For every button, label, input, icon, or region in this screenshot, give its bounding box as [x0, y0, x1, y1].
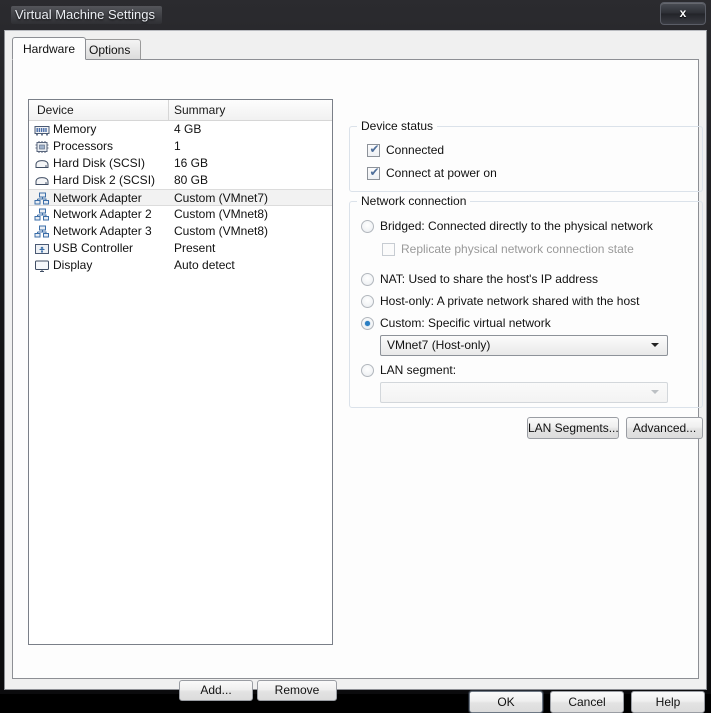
help-button[interactable]: Help	[631, 691, 705, 713]
device-summary: 4 GB	[174, 122, 202, 136]
table-row[interactable]: Hard Disk 2 (SCSI) 80 GB	[29, 172, 332, 189]
hardware-tab-panel: Device Summary Memory 4 GB Processors 1 …	[12, 59, 703, 701]
usb-icon	[34, 242, 50, 256]
cancel-button[interactable]: Cancel	[550, 691, 624, 713]
cpu-icon	[34, 140, 50, 154]
window-title: Virtual Machine Settings	[11, 6, 162, 24]
title-bar: Virtual Machine Settings x	[0, 0, 711, 30]
device-summary: Present	[174, 241, 216, 255]
column-header-device[interactable]: Device	[37, 103, 74, 117]
connected-label: Connected	[386, 143, 445, 157]
device-list-header: Device Summary	[29, 100, 332, 121]
radio-circle	[361, 295, 374, 308]
device-summary: 1	[174, 139, 181, 153]
device-name: Network Adapter	[53, 191, 142, 205]
radio-lan-segment-label: LAN segment:	[380, 363, 457, 377]
ok-button[interactable]: OK	[469, 691, 543, 713]
radio-host-only-label: Host-only: A private network shared with…	[380, 294, 640, 308]
close-icon: x	[679, 6, 687, 20]
add-button[interactable]: Add...	[179, 680, 253, 701]
radio-circle	[361, 220, 374, 233]
tab-hardware[interactable]: Hardware	[12, 37, 87, 60]
device-list[interactable]: Device Summary Memory 4 GB Processors 1 …	[28, 99, 333, 645]
radio-circle	[361, 273, 374, 286]
connect-at-power-on-label: Connect at power on	[386, 166, 497, 180]
display-icon	[34, 259, 50, 273]
table-row[interactable]: Network Adapter 2 Custom (VMnet8)	[29, 206, 332, 223]
tab-options[interactable]: Options	[78, 39, 142, 59]
radio-custom-label: Custom: Specific virtual network	[380, 316, 551, 330]
harddisk-icon	[34, 157, 50, 171]
device-status-title: Device status	[357, 119, 438, 133]
advanced-button[interactable]: Advanced...	[626, 417, 703, 439]
network-connection-group: Network connection Bridged: Connected di…	[349, 194, 703, 408]
device-name: USB Controller	[53, 241, 134, 255]
radio-bridged-label: Bridged: Connected directly to the physi…	[380, 219, 653, 233]
radio-selected-dot	[365, 321, 370, 326]
checkbox-box: ✔	[367, 142, 380, 157]
device-name: Processors	[53, 139, 114, 153]
device-name: Network Adapter 2	[53, 207, 152, 221]
device-summary: 80 GB	[174, 173, 209, 187]
device-summary: Custom (VMnet8)	[174, 224, 269, 238]
radio-nat-label: NAT: Used to share the host's IP address	[380, 272, 598, 286]
device-summary: Auto detect	[174, 258, 235, 272]
custom-network-value: VMnet7 (Host-only)	[387, 338, 491, 352]
device-summary: Custom (VMnet8)	[174, 207, 269, 221]
device-summary: 16 GB	[174, 156, 209, 170]
custom-network-select[interactable]: VMnet7 (Host-only)	[380, 335, 668, 356]
radio-circle	[361, 317, 374, 330]
dialog-client-area: Hardware Options Device Summary Memory 4…	[4, 30, 707, 713]
chevron-down-icon	[651, 390, 659, 394]
device-name: Memory	[53, 122, 97, 136]
chevron-down-icon	[651, 343, 659, 347]
radio-circle	[361, 364, 374, 377]
table-row[interactable]: Processors 1	[29, 138, 332, 155]
device-list-rows: Memory 4 GB Processors 1 Hard Disk (SCSI…	[29, 121, 332, 274]
table-row[interactable]: Network Adapter Custom (VMnet7)	[29, 189, 332, 206]
column-header-summary[interactable]: Summary	[174, 103, 225, 117]
checkbox-box	[382, 243, 395, 256]
network-icon	[34, 225, 50, 239]
replicate-state-label: Replicate physical network connection st…	[401, 242, 634, 256]
remove-button[interactable]: Remove	[257, 680, 337, 701]
network-icon	[34, 208, 50, 222]
device-name: Network Adapter 3	[53, 224, 152, 238]
check-icon: ✔	[369, 142, 380, 156]
table-row[interactable]: Network Adapter 3 Custom (VMnet8)	[29, 223, 332, 240]
check-icon: ✔	[369, 165, 380, 179]
network-connection-title: Network connection	[357, 194, 471, 208]
lan-segments-button[interactable]: LAN Segments...	[527, 417, 619, 439]
memory-icon	[34, 123, 50, 137]
device-summary: Custom (VMnet7)	[174, 191, 269, 205]
checkbox-box: ✔	[367, 165, 380, 180]
device-status-group: Device status ✔ Connected ✔ Connect at p…	[349, 119, 703, 192]
harddisk-icon	[34, 174, 50, 188]
network-icon	[34, 192, 50, 206]
close-button[interactable]: x	[660, 2, 706, 25]
device-name: Hard Disk (SCSI)	[53, 156, 146, 170]
vm-settings-window: Virtual Machine Settings x Hardware Opti…	[0, 0, 711, 713]
table-row[interactable]: Display Auto detect	[29, 257, 332, 274]
device-name: Display	[53, 258, 93, 272]
lan-segment-select	[380, 382, 668, 403]
table-row[interactable]: Memory 4 GB	[29, 121, 332, 138]
device-name: Hard Disk 2 (SCSI)	[53, 173, 156, 187]
table-row[interactable]: USB Controller Present	[29, 240, 332, 257]
column-divider[interactable]	[168, 100, 169, 120]
table-row[interactable]: Hard Disk (SCSI) 16 GB	[29, 155, 332, 172]
